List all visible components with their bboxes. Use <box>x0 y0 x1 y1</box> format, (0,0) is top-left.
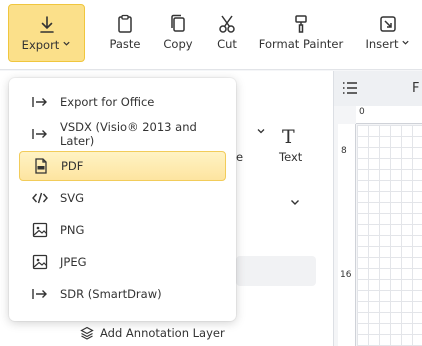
format-painter-label: Format Painter <box>258 37 344 51</box>
vertical-ruler: 8 16 <box>338 124 356 346</box>
menu-item-vsdx[interactable]: VSDX (Visio® 2013 and Later) <box>19 119 226 149</box>
menu-item-png[interactable]: PNG <box>19 215 226 245</box>
list-icon[interactable] <box>341 80 359 96</box>
menu-item-label: JPEG <box>60 255 87 269</box>
pdf-file-icon <box>35 158 47 174</box>
paste-button[interactable]: Paste <box>103 4 147 62</box>
layers-icon <box>80 326 94 340</box>
image-icon <box>32 222 48 238</box>
export-button[interactable]: Export <box>8 4 85 62</box>
menu-item-label: SVG <box>60 191 85 205</box>
scissors-icon <box>219 15 235 33</box>
export-menu: Export for Office VSDX (Visio® 2013 and … <box>9 78 236 321</box>
menu-item-label: VSDX (Visio® 2013 and Later) <box>60 120 197 148</box>
add-annotation-layer-label: Add Annotation Layer <box>100 326 225 340</box>
cut-button[interactable]: Cut <box>209 4 245 62</box>
copy-button[interactable]: Copy <box>157 4 199 62</box>
menu-item-label: PNG <box>60 223 85 237</box>
download-icon <box>39 16 54 33</box>
code-icon <box>32 192 48 204</box>
insert-label: Insert <box>365 37 399 51</box>
chevron-down-icon <box>63 41 70 46</box>
menu-item-sdr[interactable]: SDR (SmartDraw) <box>19 279 226 309</box>
format-painter-button[interactable]: Format Painter <box>258 4 344 62</box>
canvas-tab-title: F <box>412 81 420 96</box>
clipboard-icon <box>118 14 132 33</box>
ruler-label: 0 <box>359 107 365 117</box>
export-arrow-icon <box>32 97 47 107</box>
toolbar: Export Paste Copy Cut Format Painter Ins… <box>0 0 422 70</box>
image-icon <box>32 254 48 270</box>
text-tool-label[interactable]: Text <box>279 150 302 164</box>
copy-label: Copy <box>163 37 193 51</box>
menu-item-jpeg[interactable]: JPEG <box>19 247 226 277</box>
menu-item-label: Export for Office <box>60 95 155 109</box>
insert-icon <box>380 16 396 32</box>
partial-tool-label: e <box>236 150 244 164</box>
ruler-label: 8 <box>341 146 347 156</box>
menu-item-pdf[interactable]: PDF <box>19 151 226 181</box>
menu-item-label: PDF <box>61 159 84 173</box>
insert-button[interactable]: Insert <box>360 4 416 62</box>
menu-item-export-for-office[interactable]: Export for Office <box>19 87 226 117</box>
cut-label: Cut <box>217 37 237 51</box>
horizontal-ruler: 0 <box>356 106 422 124</box>
chevron-down-icon[interactable] <box>256 126 266 136</box>
copy-icon <box>171 14 185 32</box>
export-arrow-icon <box>32 129 47 139</box>
text-tool-icon[interactable]: T <box>282 126 295 148</box>
paintbrush-icon <box>295 15 307 33</box>
export-label: Export <box>21 38 60 52</box>
search-input[interactable] <box>236 256 316 286</box>
chevron-down-icon <box>402 40 410 45</box>
add-annotation-layer-button[interactable]: Add Annotation Layer <box>80 326 225 340</box>
ruler-label: 16 <box>340 270 352 280</box>
chevron-down-icon[interactable] <box>289 196 301 208</box>
menu-item-svg[interactable]: SVG <box>19 183 226 213</box>
export-arrow-icon <box>32 289 47 299</box>
canvas-grid[interactable] <box>357 125 422 346</box>
paste-label: Paste <box>109 37 141 51</box>
menu-item-label: SDR (SmartDraw) <box>60 287 162 301</box>
